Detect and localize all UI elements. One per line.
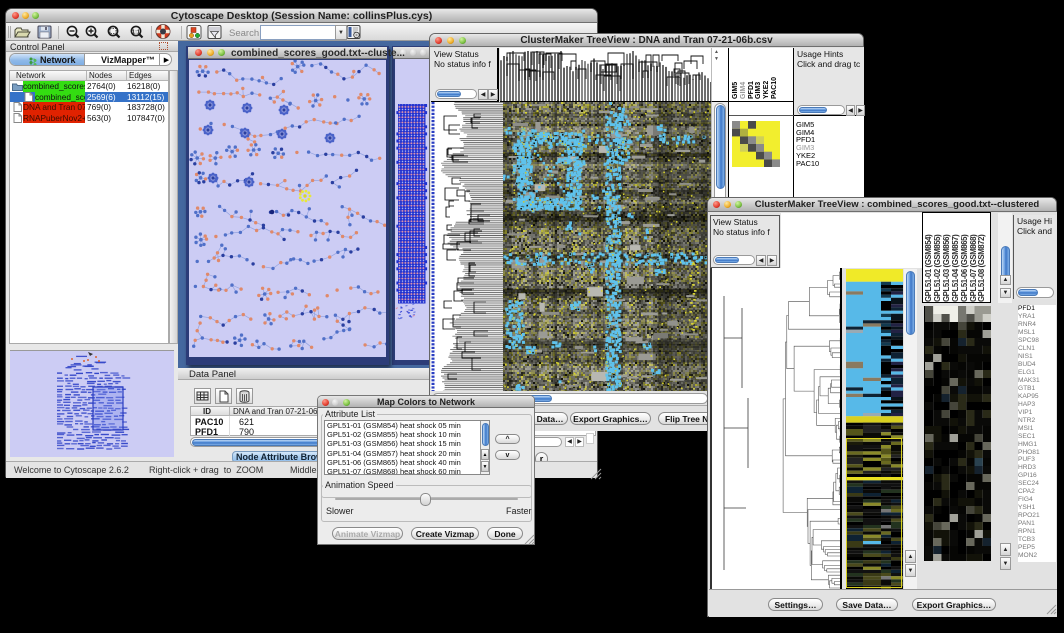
svg-text:1:1: 1:1 xyxy=(132,29,140,35)
